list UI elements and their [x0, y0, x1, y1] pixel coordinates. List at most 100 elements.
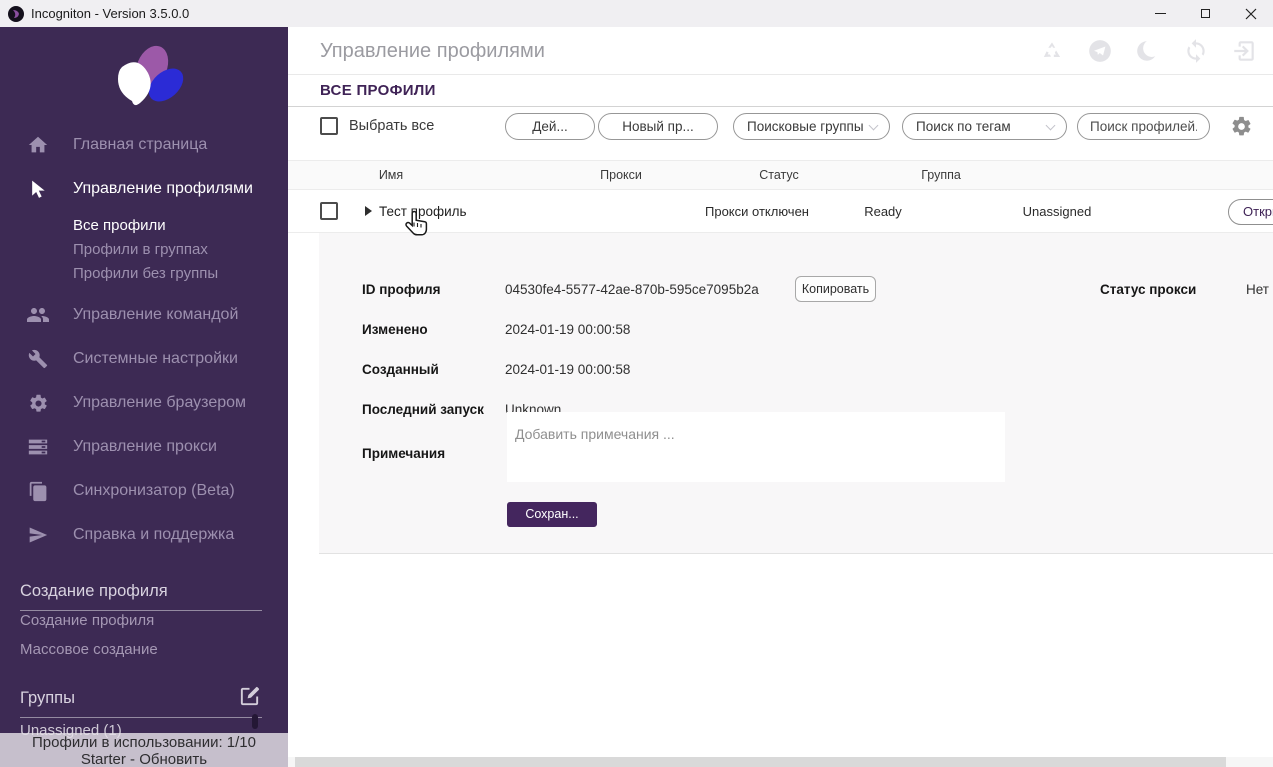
table-settings-gear-icon[interactable]	[1230, 115, 1253, 138]
close-button[interactable]	[1228, 0, 1273, 27]
sidebar-item-profile-management[interactable]: Управление профилями	[0, 175, 288, 203]
column-header-status[interactable]: Статус	[759, 161, 799, 190]
close-icon	[1245, 8, 1257, 20]
table-header: Имя Прокси Статус Группа	[288, 160, 1273, 190]
sidebar-item-label: Справка и поддержка	[73, 526, 234, 544]
sidebar-subitem-all-profiles[interactable]: Все профили	[73, 214, 166, 238]
horizontal-scrollbar[interactable]	[288, 757, 1273, 767]
sidebar-item-label: Системные настройки	[73, 350, 238, 368]
sidebar-item-browser-management[interactable]: Управление браузером	[0, 389, 288, 417]
profile-status: Ready	[864, 190, 902, 233]
header-icon-bar	[1039, 27, 1257, 75]
window-controls	[1138, 0, 1273, 27]
profile-proxy: Прокси отключен	[705, 190, 809, 233]
actions-button[interactable]: Дей...	[505, 113, 595, 140]
sidebar-item-system-settings[interactable]: Системные настройки	[0, 345, 288, 373]
page-header: Управление профилями	[288, 27, 1273, 75]
sidebar-item-team-management[interactable]: Управление командой	[0, 301, 288, 329]
modified-label: Изменено	[362, 322, 428, 337]
sidebar-item-home[interactable]: Главная страница	[0, 131, 288, 159]
window-title: Incogniton - Version 3.5.0.0	[31, 6, 189, 21]
groups-section-title: Группы	[20, 689, 262, 718]
hand-pointer-cursor	[405, 210, 429, 238]
create-profile-section-title: Создание профиля	[20, 582, 262, 611]
tags-dropdown[interactable]: Поиск по тегам	[902, 113, 1067, 140]
groups-dropdown-value: Поисковые группы	[747, 119, 864, 134]
sidebar-item-synchronizer[interactable]: Синхронизатор (Beta)	[0, 477, 288, 505]
minimize-icon	[1155, 13, 1166, 14]
notes-label: Примечания	[362, 446, 445, 461]
sidebar-subitem-profiles-without-group[interactable]: Профили без группы	[73, 262, 218, 286]
page-title: Управление профилями	[320, 27, 545, 75]
sync-icon[interactable]	[1183, 38, 1209, 64]
toolbar: Выбрать все Дей... Новый пр... Поисковые…	[288, 107, 1273, 145]
sidebar-item-label: Управление профилями	[73, 180, 253, 198]
profile-id-value: 04530fe4-5577-42ae-870b-595ce7095b2a	[505, 282, 759, 297]
groups-dropdown[interactable]: Поисковые группы	[733, 113, 890, 140]
select-all-label: Выбрать все	[349, 107, 434, 145]
proxy-status-value: Нет	[1246, 282, 1269, 297]
sidebar: Главная страница Управление профилями Вс…	[0, 27, 288, 767]
plan-upgrade-link[interactable]: Starter - Обновить	[0, 751, 288, 767]
wrench-icon	[26, 347, 50, 371]
last-run-label: Последний запуск	[362, 402, 484, 417]
row-checkbox[interactable]	[320, 202, 338, 220]
main-content: Управление профилями	[288, 27, 1273, 767]
recycle-icon[interactable]	[1039, 38, 1065, 64]
sidebar-item-label: Управление прокси	[73, 438, 217, 456]
titlebar: Incogniton - Version 3.5.0.0	[0, 0, 1273, 27]
cursor-icon	[26, 177, 50, 201]
created-value: 2024-01-19 00:00:58	[505, 362, 630, 377]
modified-value: 2024-01-19 00:00:58	[505, 322, 630, 337]
edit-groups-button[interactable]	[238, 685, 262, 709]
tags-dropdown-value: Поиск по тегам	[916, 119, 1011, 134]
sidebar-item-label: Управление браузером	[73, 394, 246, 412]
table-row[interactable]: Тест профиль Прокси отключен Ready Unass…	[288, 190, 1273, 233]
sidebar-item-create-profile[interactable]: Создание профиля	[20, 612, 154, 629]
new-profile-button[interactable]: Новый пр...	[598, 113, 718, 140]
moon-icon[interactable]	[1135, 38, 1161, 64]
app-window: Incogniton - Version 3.5.0.0 Главная стр…	[0, 0, 1273, 767]
horizontal-scrollbar-thumb[interactable]	[295, 757, 1226, 767]
profiles-in-use-text: Профили в использовании: 1/10	[0, 734, 288, 751]
home-icon	[26, 133, 50, 157]
sidebar-item-label: Синхронизатор (Beta)	[73, 482, 235, 500]
usage-overlay: Профили в использовании: 1/10 Starter - …	[0, 733, 288, 767]
sidebar-item-bulk-create[interactable]: Массовое создание	[20, 641, 158, 658]
server-icon	[26, 435, 50, 459]
section-title: ВСЕ ПРОФИЛИ	[320, 75, 436, 106]
row-expander-icon[interactable]	[365, 206, 372, 216]
copy-icon	[26, 479, 50, 503]
section-header: ВСЕ ПРОФИЛИ	[288, 75, 1273, 107]
sidebar-scrollbar-thumb[interactable]	[252, 714, 258, 729]
sidebar-item-label: Главная страница	[73, 136, 207, 154]
chevron-down-icon	[1046, 121, 1056, 131]
column-header-proxy[interactable]: Прокси	[600, 161, 642, 190]
sidebar-item-label: Управление командой	[73, 306, 238, 324]
gear-icon	[26, 391, 50, 415]
maximize-icon	[1201, 9, 1210, 18]
profile-group: Unassigned	[1023, 190, 1092, 233]
copy-button[interactable]: Копировать	[795, 276, 876, 302]
column-header-name[interactable]: Имя	[379, 161, 403, 190]
column-header-group[interactable]: Группа	[921, 161, 961, 190]
profile-details-panel: ID профиля 04530fe4-5577-42ae-870b-595ce…	[319, 233, 1273, 554]
sidebar-subitem-profiles-in-groups[interactable]: Профили в группах	[73, 238, 208, 262]
notes-textarea[interactable]	[507, 412, 1005, 482]
app-logo-icon	[8, 6, 24, 22]
sidebar-item-help-support[interactable]: Справка и поддержка	[0, 521, 288, 549]
telegram-icon[interactable]	[1087, 38, 1113, 64]
created-label: Созданный	[362, 362, 439, 377]
logout-icon[interactable]	[1231, 38, 1257, 64]
search-profiles-input[interactable]	[1077, 113, 1210, 140]
sidebar-item-proxy-management[interactable]: Управление прокси	[0, 433, 288, 461]
maximize-button[interactable]	[1183, 0, 1228, 27]
incogniton-logo	[94, 37, 194, 132]
minimize-button[interactable]	[1138, 0, 1183, 27]
save-button[interactable]: Сохран...	[507, 502, 597, 527]
open-profile-button[interactable]: Открыть	[1228, 199, 1273, 225]
chevron-down-icon	[869, 121, 879, 131]
profile-id-label: ID профиля	[362, 282, 440, 297]
proxy-status-label: Статус прокси	[1100, 282, 1196, 297]
select-all-checkbox[interactable]	[320, 117, 338, 135]
